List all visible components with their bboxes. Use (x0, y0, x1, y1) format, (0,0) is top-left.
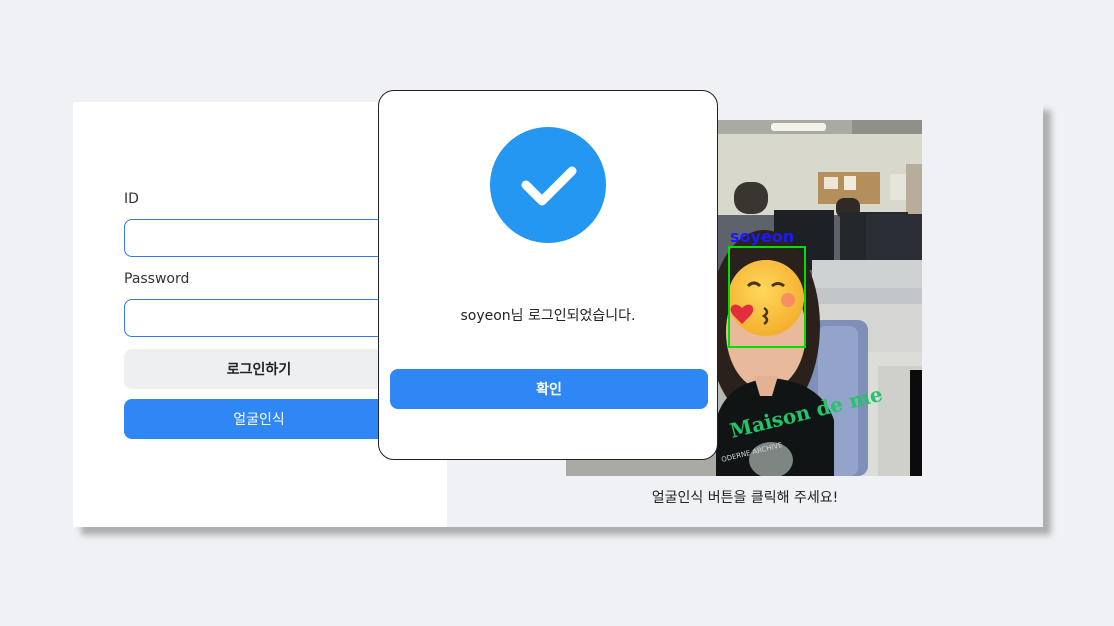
face-recognition-button[interactable]: 얼굴인식 (124, 399, 394, 439)
success-check-icon (490, 127, 606, 243)
id-label: ID (124, 191, 139, 207)
detected-name-label: soyeon (730, 227, 794, 246)
camera-caption: 얼굴인식 버튼을 클릭해 주세요! (651, 490, 839, 506)
password-input[interactable] (124, 299, 394, 337)
password-label: Password (124, 271, 190, 287)
confirm-button[interactable]: 확인 (390, 369, 708, 409)
modal-message: soyeon님 로그인되었습니다. (460, 308, 636, 324)
login-success-modal: soyeon님 로그인되었습니다. 확인 (378, 90, 718, 460)
login-button[interactable]: 로그인하기 (124, 349, 394, 389)
id-input[interactable] (124, 219, 394, 257)
